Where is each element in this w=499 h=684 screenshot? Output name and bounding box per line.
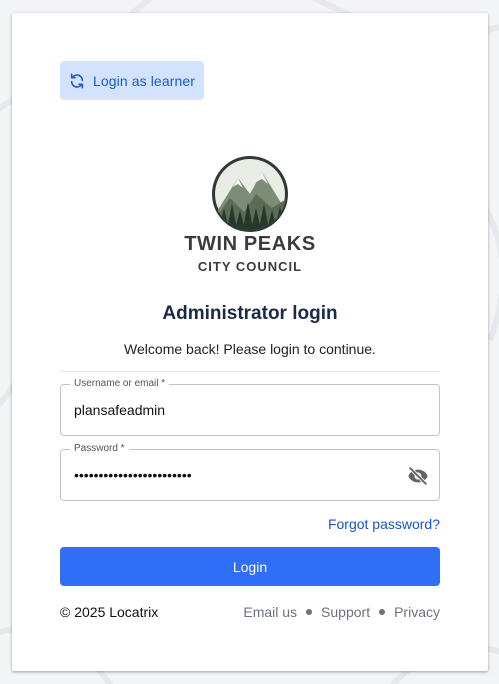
support-link[interactable]: Support bbox=[321, 604, 370, 620]
eye-slash-icon[interactable] bbox=[407, 465, 429, 487]
logo-subtitle: CITY COUNCIL bbox=[197, 259, 303, 274]
email-us-link[interactable]: Email us bbox=[243, 604, 297, 620]
page-title: Administrator login bbox=[162, 303, 338, 324]
separator-dot bbox=[306, 609, 313, 615]
privacy-link[interactable]: Privacy bbox=[394, 604, 440, 620]
login-as-learner-button[interactable]: Login as learner bbox=[60, 61, 204, 100]
mountain-emblem bbox=[212, 156, 288, 232]
login-as-learner-label: Login as learner bbox=[93, 72, 195, 89]
forgot-password-link[interactable]: Forgot password? bbox=[328, 516, 440, 532]
refresh-icon bbox=[68, 72, 86, 90]
username-label: Username or email * bbox=[70, 378, 170, 390]
copyright-text: © 2025 Locatrix bbox=[60, 604, 159, 620]
login-card: Login as learner TWIN PEAKS CITY COUNCIL… bbox=[12, 13, 488, 671]
password-field: Password * bbox=[60, 443, 440, 501]
password-input[interactable] bbox=[74, 465, 384, 485]
twin-peaks-logo: TWIN PEAKS CITY COUNCIL bbox=[182, 153, 318, 278]
password-label: Password * bbox=[70, 443, 129, 455]
login-button[interactable]: Login bbox=[60, 547, 440, 586]
footer-links: Email us Support Privacy bbox=[243, 604, 440, 620]
separator-dot bbox=[379, 609, 386, 615]
divider bbox=[60, 371, 440, 372]
username-input[interactable] bbox=[74, 400, 384, 420]
logo-title: TWIN PEAKS bbox=[184, 233, 316, 255]
welcome-message: Welcome back! Please login to continue. bbox=[124, 341, 376, 357]
username-field: Username or email * bbox=[60, 378, 440, 436]
